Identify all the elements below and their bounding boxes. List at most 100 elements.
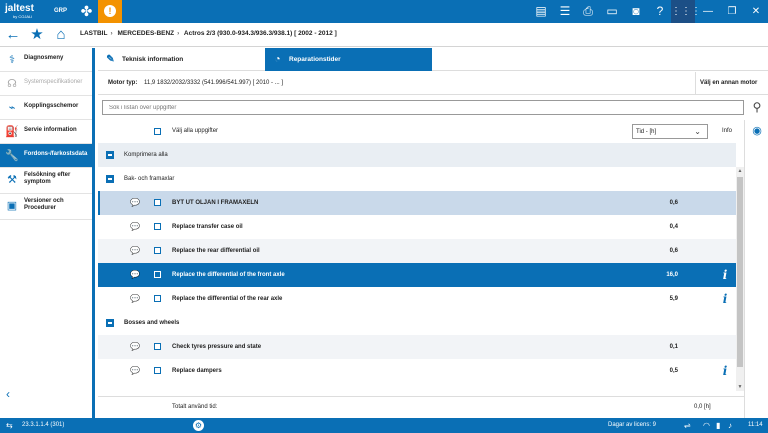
collapse-sidebar-icon[interactable]: ‹	[6, 387, 10, 401]
favorite-star-icon[interactable]: ★	[28, 26, 46, 44]
compress-all-row[interactable]: Komprimera alla	[98, 143, 736, 167]
task-search-input[interactable]	[102, 100, 744, 115]
task-label: Replace dampers	[172, 368, 222, 374]
task-list-scrollbar[interactable]: ▲ ▼	[736, 167, 744, 391]
choose-other-motor-button[interactable]: Välj en annan motor	[695, 72, 768, 95]
select-all-checkbox[interactable]	[154, 128, 161, 135]
chevron-down-icon: ⌄	[694, 127, 701, 136]
version-label: 23.3.1.1.4 (301)	[22, 422, 65, 428]
sidebar-item-label: Diagnosmeny	[24, 55, 64, 61]
task-checkbox[interactable]	[154, 367, 161, 374]
oil-can-icon: ⛽	[5, 126, 19, 138]
scrollbar-thumb[interactable]	[737, 177, 743, 367]
sidebar-item-felsokning[interactable]: ⚒ Felsökning efter symptom	[0, 168, 92, 194]
tab-reparationstider[interactable]: ◔ Reparationstider	[265, 48, 432, 71]
comment-icon[interactable]: 💬	[130, 295, 140, 303]
search-icon[interactable]: ⚲	[750, 100, 764, 115]
wiring-icon: ⌁	[8, 102, 16, 114]
printer-icon[interactable]: ⎙	[580, 4, 596, 19]
task-checkbox[interactable]	[154, 223, 161, 230]
group-clover-icon[interactable]: ✤	[78, 3, 95, 20]
table-row[interactable]: 💬 Replace the differential of the front …	[98, 263, 736, 287]
time-unit-select[interactable]: Tid - [h] ⌄	[632, 124, 708, 139]
collapse-icon[interactable]	[106, 175, 114, 183]
sidebar-item-diagnosmeny[interactable]: ⚕ Diagnosmeny	[0, 48, 92, 72]
sync-icon: ⇌	[684, 421, 691, 430]
comment-icon[interactable]: 💬	[130, 199, 140, 207]
group-label: Bosses and wheels	[124, 320, 180, 326]
table-row[interactable]: 💬 Check tyres pressure and state 0,1	[98, 335, 736, 359]
task-checkbox[interactable]	[154, 343, 161, 350]
task-checkbox[interactable]	[154, 295, 161, 302]
table-row[interactable]: 💬 Replace the differential of the rear a…	[98, 287, 736, 311]
jaltest-logo: jaltest by COJALI	[5, 3, 34, 19]
table-row[interactable]: 💬 BYT UT OLJAN I FRAMAXELN 0,6	[98, 191, 736, 215]
total-time-value: 0,0 [h]	[694, 404, 711, 410]
table-row[interactable]: 💬 Replace the rear differential oil 0,6	[98, 239, 736, 263]
wifi-icon: ◠	[703, 421, 710, 430]
apps-grid-icon[interactable]: ⋮⋮⋮	[671, 0, 701, 23]
license-days-label: Dagar av licens: 9	[608, 422, 657, 428]
info-icon[interactable]: i	[720, 268, 730, 282]
home-icon[interactable]: ⌂	[52, 26, 70, 44]
breadcrumb-item[interactable]: LASTBIL	[80, 30, 107, 37]
collapse-icon[interactable]	[106, 319, 114, 327]
stethoscope-icon: ⚕	[9, 54, 15, 66]
collapse-icon[interactable]	[106, 151, 114, 159]
restore-icon[interactable]: ❐	[720, 0, 744, 23]
task-time: 0,6	[669, 248, 678, 254]
sidebar-item-kopplingsschemor[interactable]: ⌁ Kopplingsschemor	[0, 96, 92, 120]
tab-label: Reparationstider	[289, 56, 341, 63]
motor-info-row: Motor typ: 11,9 1832/2032/3332 (541.996/…	[98, 72, 768, 95]
warning-button[interactable]: !	[98, 0, 122, 23]
exclamation-icon: !	[104, 5, 116, 17]
document-icon[interactable]: ▤	[533, 4, 549, 19]
group-row[interactable]: Bak- och framaxlar	[98, 167, 736, 191]
scroll-down-icon[interactable]: ▼	[736, 383, 744, 391]
sidebar-item-fordonsdata[interactable]: 🔧 Fordons-/farkostsdata	[0, 144, 92, 168]
total-time-row: Totalt använd tid: 0,0 [h]	[98, 396, 744, 416]
document-icon: ▣	[6, 200, 18, 212]
sidebar-item-label: Kopplingsschemor	[24, 103, 79, 109]
select-all-label: Välj alla uppgifter	[172, 128, 219, 134]
comment-icon[interactable]: 💬	[130, 343, 140, 351]
close-icon[interactable]: ✕	[744, 0, 768, 23]
group-label: Bak- och framaxlar	[124, 176, 175, 182]
breadcrumb-item[interactable]: Actros 2/3 (930.0-934.3/936.3/938.1) [ 2…	[184, 30, 337, 37]
info-icon[interactable]: i	[720, 292, 730, 306]
headset-icon: ☊	[7, 78, 17, 90]
total-time-label: Totalt använd tid:	[172, 404, 218, 410]
task-label: Replace the rear differential oil	[172, 248, 260, 254]
settings-cog-icon[interactable]: ⚙	[193, 420, 204, 431]
info-icon[interactable]: i	[720, 364, 730, 378]
usb-icon: ⇆	[6, 421, 13, 430]
status-bar: ⇆ 23.3.1.1.4 (301) ⚙ Dagar av licens: 9 …	[0, 418, 768, 433]
group-row[interactable]: Bosses and wheels	[98, 311, 736, 335]
comment-icon[interactable]: 💬	[130, 247, 140, 255]
minimize-icon[interactable]: —	[696, 0, 720, 23]
sidebar-item-servie-information[interactable]: ⛽ Servie information	[0, 120, 92, 144]
right-rail: ◉	[744, 120, 768, 418]
help-icon[interactable]: ?	[652, 4, 668, 19]
sidebar-item-versioner[interactable]: ▣ Versioner och Procedurer	[0, 194, 92, 220]
tab-teknisk-information[interactable]: ✎ Teknisk information	[98, 48, 265, 71]
table-row[interactable]: 💬 Replace dampers 0,5 i	[98, 359, 736, 383]
task-time: 0,1	[669, 344, 678, 350]
scroll-up-icon[interactable]: ▲	[736, 167, 744, 175]
comment-icon[interactable]: 💬	[130, 367, 140, 375]
back-arrow-icon[interactable]: ←	[4, 26, 22, 44]
task-checkbox[interactable]	[154, 271, 161, 278]
sidebar-item-label: Felsökning efter symptom	[24, 172, 71, 185]
comment-icon[interactable]: 💬	[130, 223, 140, 231]
eye-icon[interactable]: ◉	[751, 125, 763, 137]
table-row[interactable]: 💬 Replace transfer case oil 0,4	[98, 215, 736, 239]
camera-icon[interactable]: ◙	[628, 4, 644, 19]
sidebar: ⚕ Diagnosmeny ☊ Systemspecifikationer ⌁ …	[0, 48, 95, 418]
toolbox-icon[interactable]: ▭	[604, 4, 620, 19]
sidebar-item-label: Systemspecifikationer	[24, 79, 83, 85]
comment-icon[interactable]: 💬	[130, 271, 140, 279]
task-checkbox[interactable]	[154, 199, 161, 206]
breadcrumb-item[interactable]: MERCEDES-BENZ	[117, 30, 174, 37]
list-icon[interactable]: ☰	[557, 4, 573, 19]
task-checkbox[interactable]	[154, 247, 161, 254]
